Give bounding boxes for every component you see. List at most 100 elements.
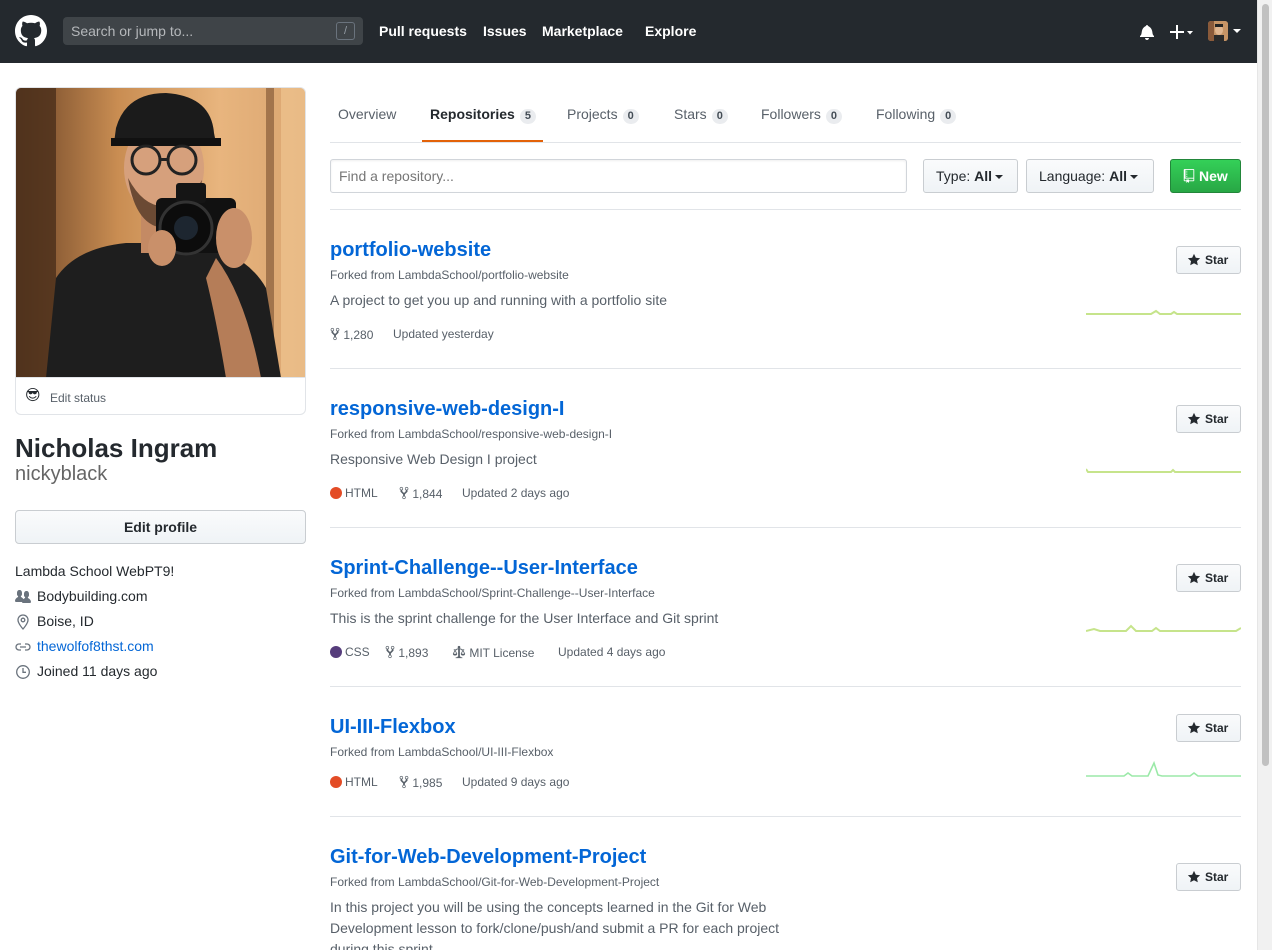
fork-icon [399,775,409,789]
language-filter-dropdown[interactable]: Language: All [1026,159,1154,193]
activity-sparkline-icon [1086,935,1241,950]
repo-list-item: Git-for-Web-Development-Project Forked f… [330,817,1241,950]
star-icon [1187,412,1201,425]
profile-bio: Lambda School WebPT9! [15,563,175,579]
repo-name-link[interactable]: Sprint-Challenge--User-Interface [330,557,638,580]
star-button[interactable]: Star [1176,405,1241,433]
profile-avatar[interactable] [15,87,306,377]
repo-forked-from[interactable]: Forked from LambdaSchool/Git-for-Web-Dev… [330,875,659,889]
star-button[interactable]: Star [1176,564,1241,592]
star-label: Star [1205,721,1229,735]
tab-label: Repositories [430,106,515,122]
repo-list-item: Sprint-Challenge--User-Interface Forked … [330,528,1241,687]
star-button[interactable]: Star [1176,714,1241,742]
active-tab-underline [422,140,543,142]
tab-label: Following [876,106,936,122]
profile-tabs: Overview Repositories 5 Projects 0 Stars 0 … [330,87,1241,143]
star-button[interactable]: Star [1176,246,1241,274]
tab-label: Followers [761,106,821,122]
star-label: Star [1205,253,1229,267]
nav-issues[interactable]: Issues [483,23,527,39]
star-icon [1187,870,1201,883]
repo-forks[interactable]: 1,280 [330,327,373,342]
profile-photo-icon [16,88,305,377]
repo-list-item: responsive-web-design-I Forked from Lamb… [330,369,1241,528]
repo-name-link[interactable]: portfolio-website [330,239,491,262]
sunglasses-emoji-icon: 😎 [25,387,41,404]
scrollbar-thumb[interactable] [1262,4,1269,766]
repo-forks-count: 1,844 [412,487,443,501]
bell-icon[interactable] [1139,24,1155,40]
joined-text: Joined 11 days ago [37,663,158,679]
activity-sparkline-icon [1086,468,1241,473]
page-scrollbar[interactable] [1257,0,1272,950]
tab-counter: 5 [519,109,536,124]
avatar-caret-icon[interactable] [1233,29,1241,34]
nav-explore[interactable]: Explore [645,23,696,39]
type-filter-dropdown[interactable]: Type: All [923,159,1018,193]
repo-list-item: UI-III-Flexbox Forked from LambdaSchool/… [330,687,1241,817]
repo-language-name: HTML [345,775,378,789]
activity-sparkline-icon [1086,760,1241,777]
search-placeholder: Search or jump to... [71,23,194,39]
clock-icon [16,665,30,679]
tab-counter: 0 [940,109,957,124]
repo-updated: Updated 9 days ago [462,775,570,789]
repo-description: A project to get you up and running with… [330,292,667,308]
location-text: Boise, ID [37,613,94,629]
tab-following[interactable]: Following 0 [876,106,957,124]
find-repository-input[interactable]: Find a repository... [330,159,907,193]
repo-forks[interactable]: 1,844 [399,486,442,501]
repo-forked-from[interactable]: Forked from LambdaSchool/Sprint-Challeng… [330,586,655,600]
star-icon [1187,571,1201,584]
law-scale-icon [452,645,466,659]
edit-profile-button[interactable]: Edit profile [15,510,306,544]
people-icon [15,590,31,603]
tab-stars[interactable]: Stars 0 [674,106,728,124]
repo-description: In this project you will be using the co… [330,899,780,950]
plus-dropdown-icon[interactable] [1170,24,1194,40]
repo-language: HTML [330,775,378,789]
repo-icon [1183,169,1195,183]
repo-forked-from[interactable]: Forked from LambdaSchool/responsive-web-… [330,427,612,441]
repo-updated: Updated 4 days ago [558,645,666,659]
tab-overview[interactable]: Overview [338,106,396,122]
repo-license-name: MIT License [469,646,535,660]
repo-name-link[interactable]: UI-III-Flexbox [330,716,456,739]
edit-status-label: Edit status [50,391,107,405]
star-label: Star [1205,870,1229,884]
find-repository-placeholder: Find a repository... [339,168,454,184]
language-color-dot [330,487,342,499]
website-link[interactable]: thewolfof8thst.com [37,638,154,654]
tab-followers[interactable]: Followers 0 [761,106,843,124]
tab-counter: 0 [711,109,728,124]
new-repository-button[interactable]: New [1170,159,1241,193]
star-label: Star [1205,571,1229,585]
edit-status-button[interactable]: 😎 Edit status [15,377,306,415]
github-logo-icon[interactable] [15,15,47,47]
repo-forks[interactable]: 1,893 [385,645,428,660]
repo-forks-count: 1,985 [412,776,443,790]
user-avatar-menu[interactable] [1208,21,1228,41]
repo-name-link[interactable]: Git-for-Web-Development-Project [330,846,646,869]
repo-forked-from[interactable]: Forked from LambdaSchool/UI-III-Flexbox [330,745,553,759]
search-input[interactable]: Search or jump to... / [63,17,363,45]
star-label: Star [1205,412,1229,426]
language-color-dot [330,646,342,658]
top-header: Search or jump to... / Pull requests Iss… [0,0,1257,63]
nav-marketplace[interactable]: Marketplace [542,23,623,39]
language-filter-value: All [1109,168,1127,184]
star-button[interactable]: Star [1176,863,1241,891]
repo-forked-from[interactable]: Forked from LambdaSchool/portfolio-websi… [330,268,569,282]
nav-pull-requests[interactable]: Pull requests [379,23,467,39]
repo-name-link[interactable]: responsive-web-design-I [330,398,565,421]
tab-repositories[interactable]: Repositories 5 [430,106,536,124]
tab-projects[interactable]: Projects 0 [567,106,639,124]
location-pin-icon [17,614,29,630]
type-filter-value: All [974,168,993,184]
activity-sparkline-icon [1086,309,1241,315]
new-button-label: New [1199,168,1228,184]
repo-forks[interactable]: 1,985 [399,775,442,790]
repo-language: CSS [330,645,370,659]
repo-updated: Updated 2 days ago [462,486,570,500]
